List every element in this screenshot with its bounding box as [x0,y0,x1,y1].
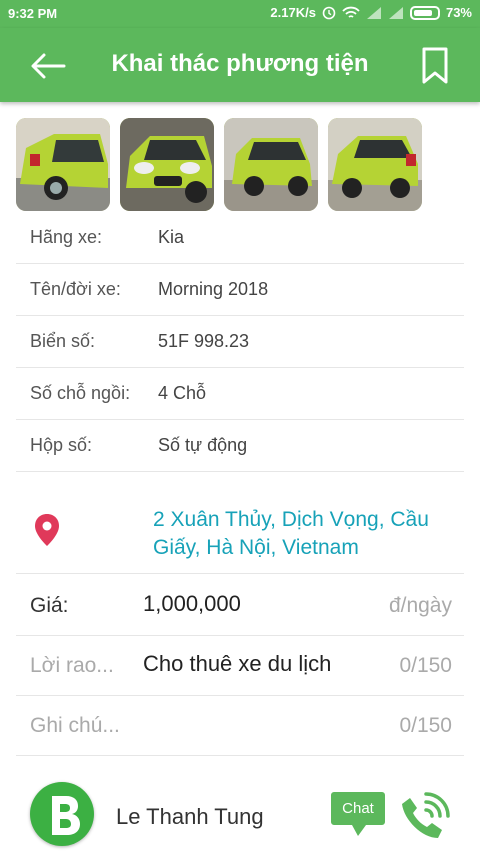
info-value: Số tự động [158,435,248,455]
address-row[interactable]: 2 Xuân Thủy, Dịch Vọng, Cầu Giấy, Hà Nội… [16,490,464,574]
bookmark-icon[interactable] [420,46,450,86]
ad-text-row: Lời rao... Cho thuê xe du lịch 0/150 [16,636,464,696]
price-input[interactable]: 1,000,000 [143,591,241,617]
info-row-seats: Số chỗ ngồi: 4 Chỗ [16,368,464,420]
vehicle-photo-4[interactable] [328,118,422,211]
vehicle-photo-2[interactable] [120,118,214,211]
info-row-brand: Hãng xe: Kia [16,212,464,264]
alarm-icon [322,6,336,19]
info-value: Kia [158,227,185,247]
ad-text-placeholder: Lời rao... [30,654,114,677]
info-row-transmission: Hộp số: Số tự động [16,420,464,472]
network-speed: 2.17K/s [270,5,316,20]
info-label: Tên/đời xe: [30,279,121,299]
info-label: Hộp số: [30,435,93,455]
info-value: 51F 998.23 [158,331,250,351]
note-placeholder[interactable]: Ghi chú... [30,714,120,738]
owner-name: Le Thanh Tung [116,804,264,829]
info-label: Biển số: [30,331,96,351]
signal-icon-2 [388,6,403,19]
status-time: 9:32 PM [8,6,58,21]
wifi-icon [342,6,360,18]
note-row[interactable]: Ghi chú... 0/150 [16,696,464,756]
chat-button-label[interactable]: Chat [333,800,383,817]
info-value: Morning 2018 [158,279,269,299]
info-label: Hãng xe: [30,227,103,247]
battery-level: 73% [445,5,472,20]
vehicle-info-list: Hãng xe: Kia Tên/đời xe: Morning 2018 Bi… [16,212,464,472]
page-title: Khai thác phương tiện [111,50,369,77]
app-bar: Khai thác phương tiện [0,28,480,102]
price-row: Giá: 1,000,000 đ/ngày [16,576,464,636]
price-label: Giá: [30,594,69,617]
vehicle-photo-1[interactable] [16,118,110,211]
signal-icon [366,6,381,19]
vehicle-photo-3[interactable] [224,118,318,211]
info-value: 4 Chỗ [158,383,207,403]
phone-call-icon[interactable] [396,790,452,846]
ad-text-counter: 0/150 [399,654,452,677]
avatar[interactable] [30,782,94,846]
price-unit: đ/ngày [388,594,452,617]
location-pin-icon [35,514,59,546]
info-label: Số chỗ ngồi: [30,383,131,403]
vehicle-photo-gallery [16,118,422,211]
address-link[interactable]: 2 Xuân Thủy, Dịch Vọng, Cầu Giấy, Hà Nội… [153,506,454,562]
battery-icon [409,5,440,20]
info-row-plate: Biển số: 51F 998.23 [16,316,464,368]
ad-text-input[interactable]: Cho thuê xe du lịch [143,651,331,677]
info-row-model: Tên/đời xe: Morning 2018 [16,264,464,316]
owner-logo-icon [52,796,80,835]
owner-bar: Le Thanh Tung Chat [0,770,480,855]
status-bar: 9:32 PM 2.17K/s 73% [0,0,480,28]
note-counter: 0/150 [399,714,452,737]
